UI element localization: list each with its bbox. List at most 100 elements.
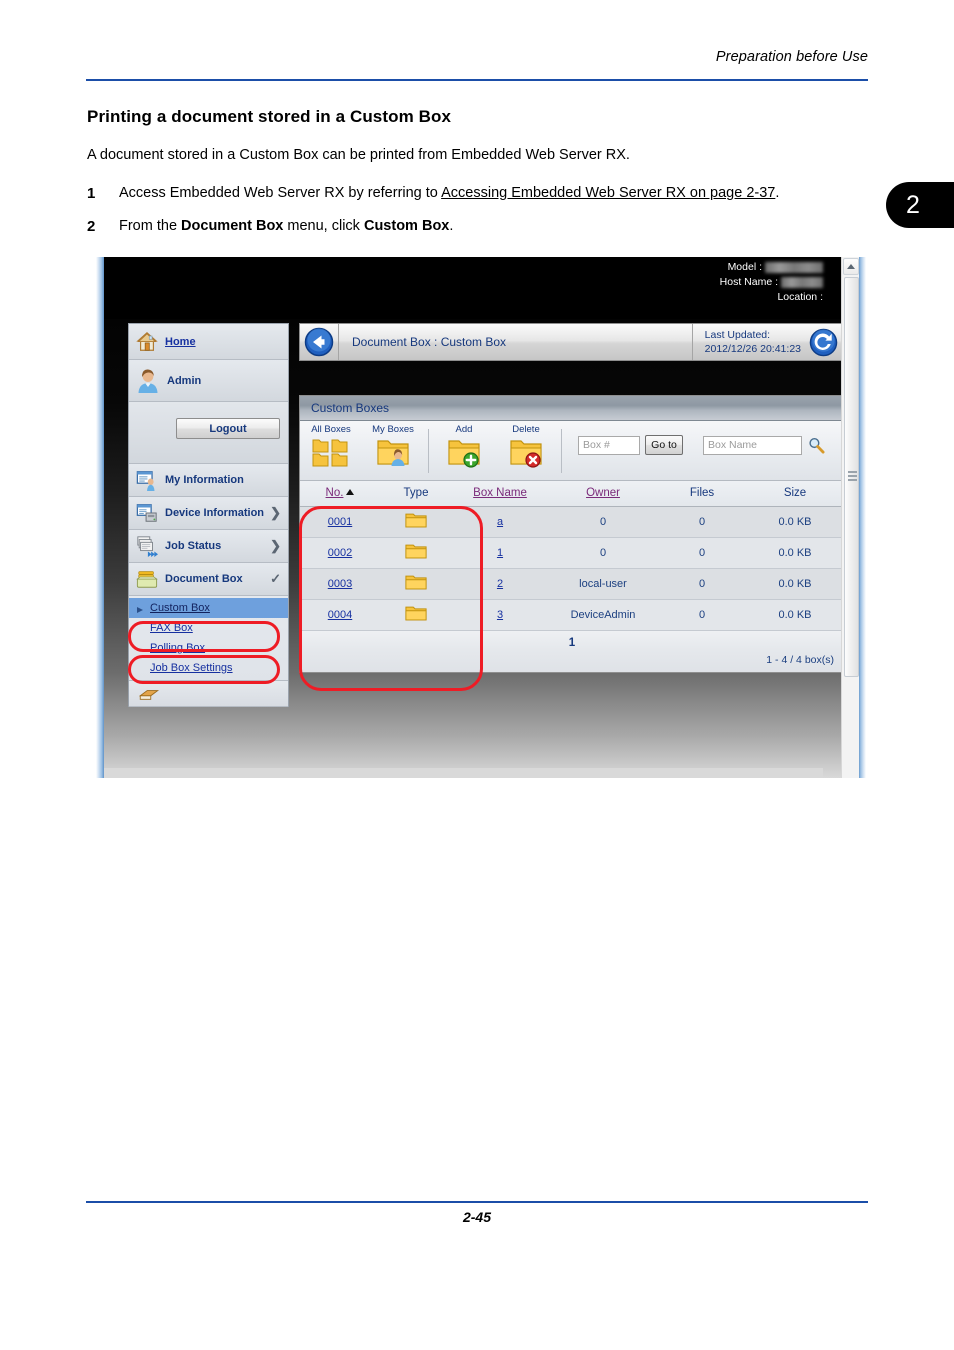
- sidebar-item-custom-box[interactable]: Custom Box: [129, 598, 288, 618]
- sidebar-item-home[interactable]: Home: [129, 324, 288, 360]
- sidebar-item-device-information[interactable]: Device Information ❯: [129, 497, 288, 530]
- scroll-up-button[interactable]: [843, 258, 859, 275]
- header-rule: [86, 79, 868, 81]
- box-name-link[interactable]: 2: [497, 578, 503, 590]
- column-type: Type: [380, 481, 452, 507]
- box-no-link[interactable]: 0004: [328, 609, 352, 621]
- sidebar-item-label: My Information: [165, 474, 244, 486]
- step-2-suffix: .: [449, 218, 454, 234]
- step-2-prefix: From the: [119, 218, 182, 234]
- page-number[interactable]: 1: [569, 637, 575, 649]
- sidebar-logout-area: Logout: [129, 402, 288, 464]
- go-to-button[interactable]: Go to: [645, 435, 683, 455]
- my-boxes-icon: [377, 440, 409, 466]
- sidebar-item-address-book-partial[interactable]: [129, 681, 288, 707]
- add-box-icon: [448, 440, 480, 468]
- sidebar-item-document-box[interactable]: Document Box ✓: [129, 563, 288, 596]
- add-box-button[interactable]: Add: [433, 421, 495, 469]
- cell-box-name[interactable]: 3: [452, 599, 548, 631]
- sidebar-item-my-information[interactable]: My Information: [129, 464, 288, 497]
- cell-files: 0: [658, 568, 746, 600]
- chevron-right-icon: ❯: [270, 505, 281, 520]
- box-number-input[interactable]: Box #: [578, 435, 640, 455]
- home-icon: [136, 331, 158, 351]
- cell-type: [380, 506, 452, 538]
- all-boxes-button[interactable]: All Boxes: [300, 421, 362, 469]
- logout-button[interactable]: Logout: [176, 418, 280, 439]
- refresh-icon[interactable]: [809, 328, 838, 357]
- step-2-bold-custom-box: Custom Box: [363, 218, 450, 234]
- table-header-row: No. Type Box Name Owner Files Size: [300, 481, 844, 507]
- box-no-link[interactable]: 0002: [328, 547, 352, 559]
- sidebar-home-label: Home: [165, 335, 196, 348]
- browser-viewport: Model : Host Name : Location : Home Admi…: [104, 257, 859, 778]
- step-1-link[interactable]: Accessing Embedded Web Server RX on page…: [441, 185, 775, 201]
- last-updated: Last Updated: 2012/12/26 20:41:23: [693, 328, 809, 356]
- table-row[interactable]: 0004 3 DeviceAdmin 0 0.0 KB: [300, 599, 844, 631]
- step-1: 1 Access Embedded Web Server RX by refer…: [87, 185, 887, 202]
- column-size: Size: [746, 481, 844, 507]
- table-row[interactable]: 0003 2 local-user 0 0.0 KB: [300, 568, 844, 600]
- window-frame-right: [859, 257, 866, 778]
- back-arrow-icon[interactable]: [304, 327, 334, 357]
- address-book-icon: [138, 689, 160, 700]
- cell-no[interactable]: 0003: [300, 568, 380, 600]
- box-name-link[interactable]: a: [497, 516, 503, 528]
- cell-box-name[interactable]: a: [452, 506, 548, 538]
- box-no-link[interactable]: 0003: [328, 578, 352, 590]
- delete-box-icon: [510, 440, 542, 468]
- device-model-row: Model :: [720, 260, 823, 275]
- last-updated-value: 2012/12/26 20:41:23: [704, 343, 801, 355]
- sidebar-item-job-box-settings[interactable]: Job Box Settings: [129, 658, 288, 678]
- delete-box-button[interactable]: Delete: [495, 421, 557, 469]
- window-frame-left: [96, 257, 104, 778]
- step-1-suffix: .: [775, 185, 780, 201]
- device-hostname-value-redacted: [781, 276, 823, 288]
- box-name-link[interactable]: 1: [497, 547, 503, 559]
- sidebar-nav: Home Admin Logout My Information Device …: [128, 323, 289, 707]
- cell-size: 0.0 KB: [746, 506, 844, 538]
- step-2-body: From the Document Box menu, click Custom…: [119, 218, 887, 234]
- sidebar-item-label: Job Status: [165, 540, 222, 552]
- sidebar-item-job-status[interactable]: Job Status ❯: [129, 530, 288, 563]
- running-header: Preparation before Use: [86, 48, 868, 66]
- pagination[interactable]: 1: [300, 630, 844, 650]
- cell-box-name[interactable]: 2: [452, 568, 548, 600]
- box-no-link[interactable]: 0001: [328, 516, 352, 528]
- chevron-right-icon: ❯: [270, 538, 281, 553]
- toolbar-divider: [428, 429, 429, 473]
- sidebar-item-fax-box[interactable]: FAX Box: [129, 618, 288, 638]
- cell-no[interactable]: 0001: [300, 506, 380, 538]
- device-information-icon: [136, 504, 157, 522]
- box-name-input[interactable]: Box Name: [703, 435, 802, 455]
- cell-type: [380, 599, 452, 631]
- sidebar-user: Admin: [129, 360, 288, 402]
- sidebar-subnav: Custom Box FAX Box Polling Box Job Box S…: [129, 596, 288, 681]
- cell-no[interactable]: 0002: [300, 537, 380, 569]
- column-box-name[interactable]: Box Name: [452, 481, 548, 507]
- add-label: Add: [455, 424, 473, 435]
- box-name-link[interactable]: 3: [497, 609, 503, 621]
- breadcrumb-bar: Document Box : Custom Box Last Updated: …: [299, 323, 845, 361]
- column-owner[interactable]: Owner: [548, 481, 658, 507]
- sort-asc-icon: [346, 489, 355, 496]
- custom-boxes-table: No. Type Box Name Owner Files Size 0001: [300, 481, 844, 631]
- footer-rule: [86, 1201, 868, 1203]
- my-boxes-button[interactable]: My Boxes: [362, 421, 424, 469]
- vertical-scrollbar[interactable]: [841, 257, 859, 778]
- column-no[interactable]: No.: [300, 481, 380, 507]
- table-row[interactable]: 0002 1 0 0 0.0 KB: [300, 537, 844, 569]
- cell-no[interactable]: 0004: [300, 599, 380, 631]
- cell-owner: 0: [548, 506, 658, 538]
- table-row[interactable]: 0001 a 0 0 0.0 KB: [300, 506, 844, 538]
- sidebar-item-polling-box[interactable]: Polling Box: [129, 638, 288, 658]
- sidebar-user-label: Admin: [167, 374, 202, 387]
- cell-owner: local-user: [548, 568, 658, 600]
- device-location-row: Location :: [720, 290, 823, 305]
- scrollbar-thumb[interactable]: [844, 277, 859, 677]
- device-banner: Model : Host Name : Location :: [104, 257, 841, 319]
- column-size-label: Size: [783, 487, 807, 500]
- cell-box-name[interactable]: 1: [452, 537, 548, 569]
- magnifier-icon[interactable]: [808, 437, 825, 454]
- cell-size: 0.0 KB: [746, 568, 844, 600]
